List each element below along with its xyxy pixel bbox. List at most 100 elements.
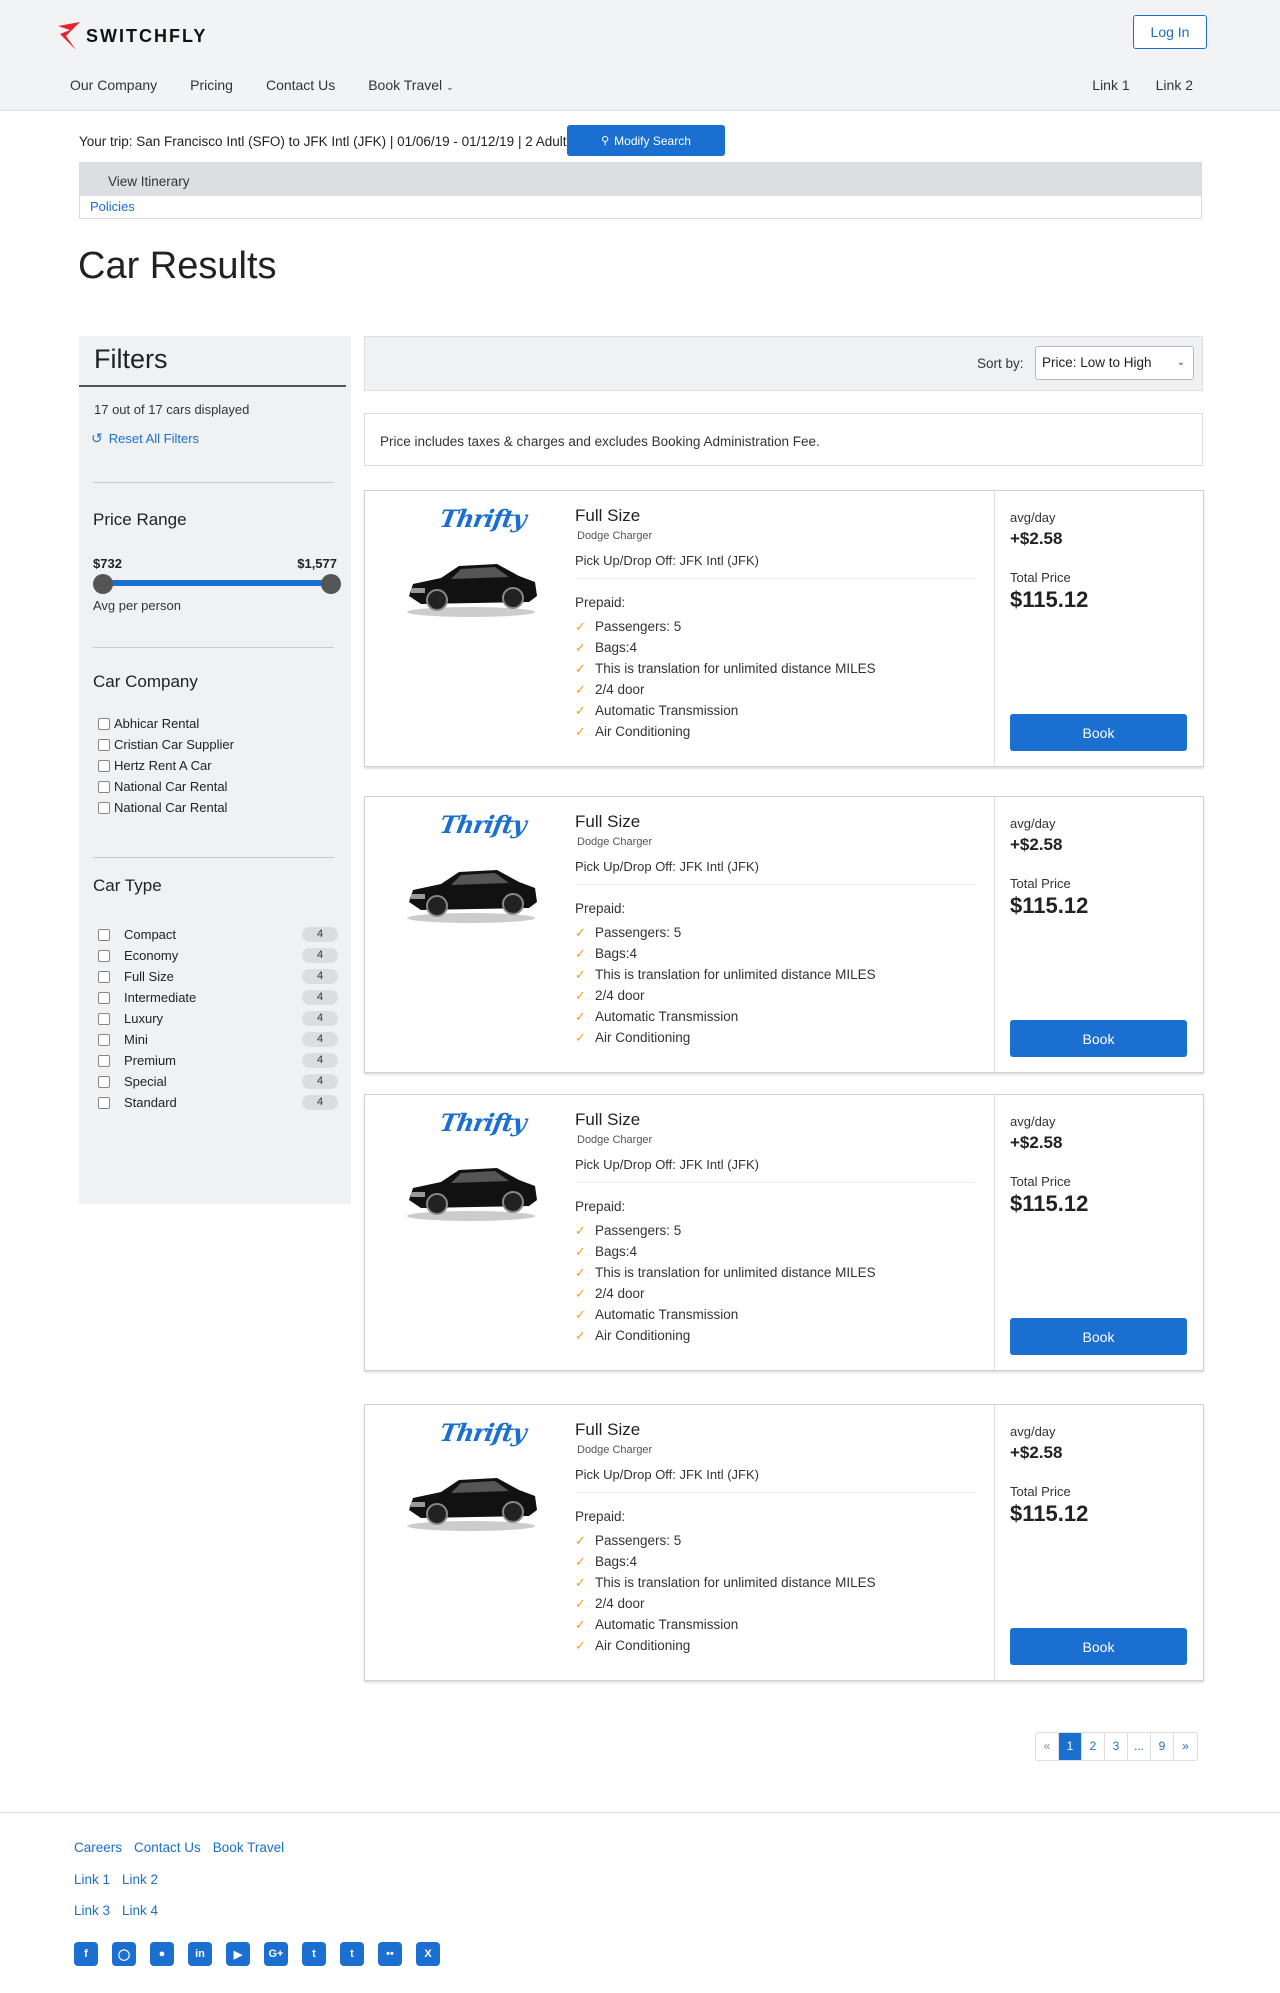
car-type-option[interactable]: Intermediate 4 [98,987,338,1008]
google-plus-icon[interactable]: G+ [264,1942,288,1966]
nav-contact-us[interactable]: Contact Us [266,77,335,93]
price-range-max-handle[interactable] [321,574,341,594]
company-checkbox[interactable] [98,759,110,772]
footer-link-3[interactable]: Link 3 [74,1903,110,1918]
car-type-label: Compact [124,927,177,942]
divider [575,1182,975,1183]
nav-pricing[interactable]: Pricing [190,77,233,93]
car-type-checkbox[interactable] [98,991,110,1004]
car-type-option[interactable]: Economy 4 [98,945,338,966]
modify-search-button[interactable]: ⚲ Modify Search [567,125,725,156]
car-type-checkbox[interactable] [98,949,110,962]
company-option[interactable]: National Car Rental [98,797,234,818]
nav-link-2[interactable]: Link 2 [1156,77,1193,93]
policies-link[interactable]: Policies [90,199,135,214]
car-type-option[interactable]: Mini 4 [98,1029,338,1050]
check-icon: ✓ [575,639,586,655]
nav-link-1[interactable]: Link 1 [1092,77,1129,93]
flickr-icon[interactable]: •• [378,1942,402,1966]
car-type-checkbox[interactable] [98,1096,110,1109]
xing-icon[interactable]: X [416,1942,440,1966]
vendor-logo: Thrifty [437,504,529,533]
car-type-option[interactable]: Standard 4 [98,1092,338,1113]
car-type-checkbox[interactable] [98,970,110,983]
company-checkbox[interactable] [98,717,110,730]
car-type-checkbox[interactable] [98,1012,110,1025]
company-option[interactable]: Abhicar Rental [98,713,234,734]
total-price-label: Total Price [1010,876,1071,891]
car-type-count: 4 [302,1095,338,1110]
car-prepaid: Prepaid: [575,1509,626,1524]
company-checkbox[interactable] [98,801,110,814]
sort-select[interactable]: Price: Low to High ⌄ [1035,346,1194,380]
car-type-option[interactable]: Premium 4 [98,1050,338,1071]
youtube-icon[interactable]: ▶ [226,1942,250,1966]
pagination-page[interactable]: 9 [1151,1733,1174,1760]
price-range-track[interactable] [102,580,331,586]
pagination-prev[interactable]: « [1036,1733,1059,1760]
check-icon: ✓ [575,1243,586,1259]
site-header: SWITCHFLY Log In Our Company Pricing Con… [0,0,1280,111]
footer-link-2[interactable]: Link 2 [122,1872,158,1887]
divider [994,1095,995,1370]
company-option[interactable]: Cristian Car Supplier [98,734,234,755]
car-type-option[interactable]: Full Size 4 [98,966,338,987]
divider [93,647,334,648]
footer-link-contact[interactable]: Contact Us [134,1840,201,1855]
footer-link-4[interactable]: Link 4 [122,1903,158,1918]
pagination-page[interactable]: 3 [1105,1733,1128,1760]
avg-day-label: avg/day [1010,1424,1056,1439]
total-price-label: Total Price [1010,1484,1071,1499]
linkedin-icon[interactable]: in [188,1942,212,1966]
check-icon: ✓ [575,1222,586,1238]
car-type-option[interactable]: Special 4 [98,1071,338,1092]
footer-link-book-travel[interactable]: Book Travel [213,1840,284,1855]
pagination-page[interactable]: 1 [1059,1733,1082,1760]
car-type-checkbox[interactable] [98,928,110,941]
tumblr-icon[interactable]: t [340,1942,364,1966]
book-button[interactable]: Book [1010,1020,1187,1057]
book-button[interactable]: Book [1010,1318,1187,1355]
company-checkbox[interactable] [98,738,110,751]
check-icon: ✓ [575,1532,586,1548]
pagination-next[interactable]: » [1174,1733,1197,1760]
instagram-icon[interactable]: ◯ [112,1942,136,1966]
view-itinerary-tab[interactable]: View Itinerary [80,163,1201,196]
reset-filters-link[interactable]: ↺ Reset All Filters [91,430,199,447]
twitter-icon[interactable]: t [302,1942,326,1966]
company-checkbox[interactable] [98,780,110,793]
footer-link-careers[interactable]: Careers [74,1840,122,1855]
check-icon: ✓ [575,1008,586,1024]
check-icon: ✓ [575,723,586,739]
car-image [407,1168,537,1221]
car-features: ✓ Passengers: 5 ✓ Bags:4 ✓ This is translat… [575,922,876,1048]
book-button[interactable]: Book [1010,1628,1187,1665]
check-icon: ✓ [575,1553,586,1569]
company-option[interactable]: National Car Rental [98,776,234,797]
car-title: Full Size [575,812,641,831]
car-type-option[interactable]: Compact 4 [98,924,338,945]
nav-our-company[interactable]: Our Company [70,77,157,93]
switchfly-logo[interactable]: SWITCHFLY [56,20,207,52]
reset-icon: ↺ [91,430,103,446]
nav-book-travel[interactable]: Book Travel ⌄ [368,77,453,93]
footer-link-1[interactable]: Link 1 [74,1872,110,1887]
avg-day-label: avg/day [1010,816,1056,831]
car-pickup: Pick Up/Drop Off: JFK Intl (JFK) [575,859,759,874]
login-button[interactable]: Log In [1133,15,1207,49]
car-type-checkbox[interactable] [98,1033,110,1046]
book-button[interactable]: Book [1010,714,1187,751]
car-type-label: Full Size [124,969,174,984]
pagination-page[interactable]: 2 [1082,1733,1105,1760]
car-type-title: Car Type [93,876,162,895]
car-type-checkbox[interactable] [98,1054,110,1067]
facebook-icon[interactable]: f [74,1942,98,1966]
car-type-checkbox[interactable] [98,1075,110,1088]
main-nav: Our Company Pricing Contact Us Book Trav… [70,77,487,93]
price-range-max: $1,577 [297,556,337,571]
price-range-min-handle[interactable] [93,574,113,594]
company-option[interactable]: Hertz Rent A Car [98,755,234,776]
car-type-label: Mini [124,1032,148,1047]
github-icon[interactable]: ● [150,1942,174,1966]
car-type-option[interactable]: Luxury 4 [98,1008,338,1029]
